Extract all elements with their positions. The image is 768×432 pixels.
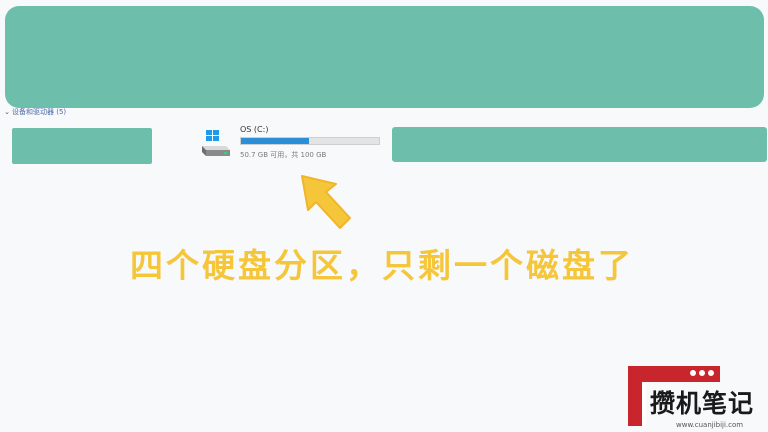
arrow-up-left-icon <box>301 175 351 229</box>
annotation-caption: 四个硬盘分区，只剩一个磁盘了 <box>130 246 634 285</box>
redacted-drive-left <box>12 128 152 164</box>
section-label: 设备和驱动器 (5) <box>12 108 67 116</box>
drive-tile-c[interactable]: OS (C:) 50.7 GB 可用，共 100 GB <box>198 122 384 164</box>
drive-free-space: 50.7 GB 可用，共 100 GB <box>240 151 327 159</box>
redacted-region-top <box>5 6 764 108</box>
chevron-down-icon[interactable]: ⌄ <box>2 108 12 116</box>
watermark-bar <box>628 366 720 382</box>
drive-name: OS (C:) <box>240 125 269 134</box>
watermark-title: 攒机笔记 <box>650 389 755 418</box>
drive-usage-bar <box>240 137 380 145</box>
redacted-drive-right <box>392 127 767 162</box>
watermark-url: www.cuanjibiji.com <box>676 421 744 429</box>
watermark-bracket <box>628 382 642 426</box>
watermark-logo: 攒机笔记 www.cuanjibiji.com <box>628 366 768 432</box>
hard-drive-icon <box>202 130 230 156</box>
devices-and-drives-header[interactable]: ⌄ 设备和驱动器 (5) <box>2 106 66 118</box>
drive-usage-fill <box>241 138 309 144</box>
